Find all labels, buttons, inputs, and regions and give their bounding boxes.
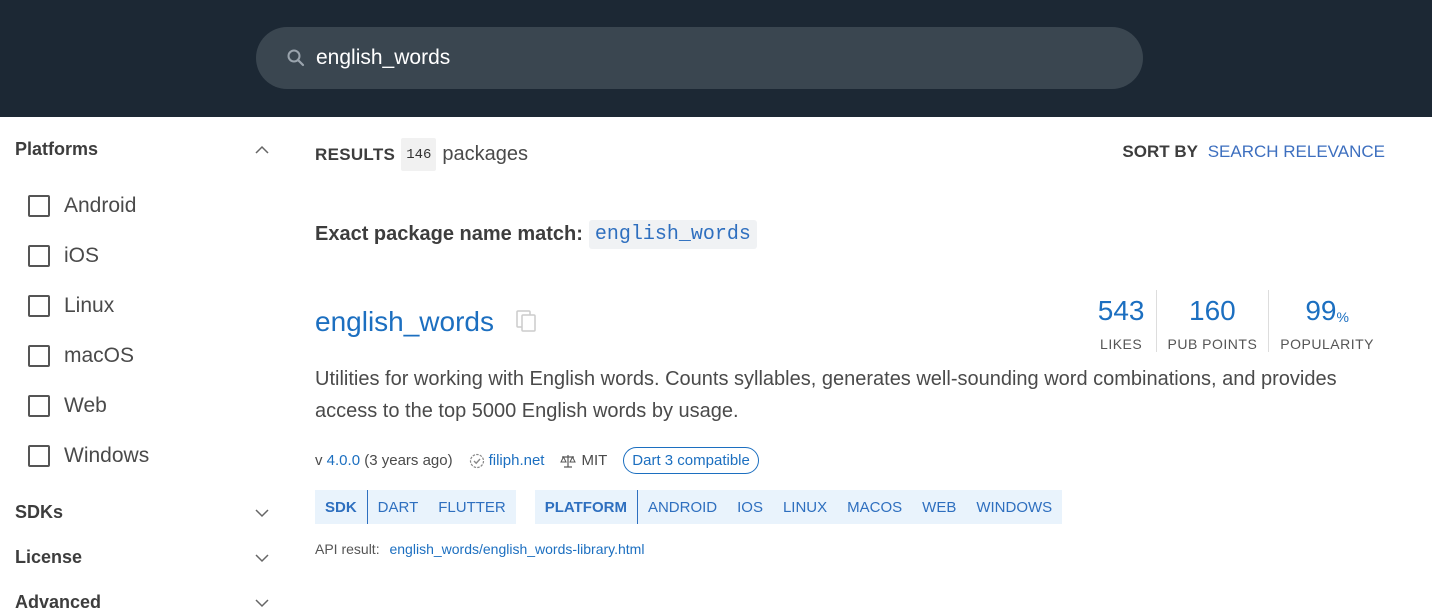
platform-label: Android (64, 194, 137, 217)
sort-control: SORT BY SEARCH RELEVANCE (1122, 142, 1385, 162)
license-section-header[interactable]: License (15, 547, 270, 568)
search-input[interactable]: english_words (316, 46, 450, 70)
popularity-stat: 99% POPULARITY (1268, 290, 1385, 352)
checkbox[interactable] (28, 445, 50, 467)
package-metadata: v 4.0.0 (3 years ago) filiph.net MIT Dar… (315, 447, 759, 474)
tag-macos[interactable]: MACOS (837, 499, 912, 516)
results-count: 146 (401, 138, 437, 171)
exact-match-label: Exact package name match: (315, 223, 583, 245)
package-stats: 543 LIKES 160 PUB POINTS 99% POPULARITY (1087, 290, 1385, 352)
chevron-down-icon[interactable] (254, 598, 270, 608)
package-tags: SDK DART FLUTTER PLATFORM ANDROID IOS LI… (315, 490, 1063, 524)
points-stat: 160 PUB POINTS (1155, 290, 1269, 352)
version-age: (3 years ago) (364, 452, 453, 469)
platform-label: Linux (64, 294, 115, 317)
platform-label: macOS (64, 344, 135, 367)
popularity-unit: % (1336, 309, 1349, 325)
search-icon (287, 49, 305, 67)
sdks-section-header[interactable]: SDKs (15, 502, 270, 523)
platform-tag-head[interactable]: PLATFORM (535, 490, 638, 524)
chevron-down-icon[interactable] (254, 553, 270, 563)
platform-checkbox-ios[interactable]: iOS (28, 244, 99, 268)
checkbox[interactable] (28, 195, 50, 217)
points-label: PUB POINTS (1167, 336, 1258, 352)
package-description: Utilities for working with English words… (315, 368, 1337, 422)
sort-label: SORT BY (1122, 142, 1198, 161)
sdk-tag-head[interactable]: SDK (315, 490, 368, 524)
dart3-badge[interactable]: Dart 3 compatible (623, 447, 759, 474)
tag-windows[interactable]: WINDOWS (966, 499, 1062, 516)
platform-checkbox-windows[interactable]: Windows (28, 444, 149, 468)
api-result-link[interactable]: english_words/english_words-library.html (389, 541, 644, 557)
results-summary: RESULTS 146 packages (315, 138, 528, 171)
sdk-tag-group: SDK DART FLUTTER (315, 490, 516, 524)
chevron-down-icon[interactable] (254, 508, 270, 518)
popularity-value: 99 (1305, 295, 1337, 326)
likes-label: LIKES (1100, 336, 1143, 352)
popularity-value-wrap: 99% (1280, 290, 1374, 332)
top-bar: english_words (0, 0, 1432, 117)
version-link[interactable]: 4.0.0 (327, 452, 360, 469)
publisher-link[interactable]: filiph.net (489, 452, 545, 469)
results-suffix: packages (442, 143, 529, 165)
exact-match-name[interactable]: english_words (588, 220, 757, 249)
copy-icon[interactable] (515, 309, 537, 333)
tag-dart[interactable]: DART (368, 499, 429, 516)
likes-value: 543 (1097, 295, 1145, 326)
results-label: RESULTS (315, 144, 396, 164)
tag-android[interactable]: ANDROID (638, 499, 727, 516)
platforms-section-header[interactable]: Platforms (15, 139, 270, 160)
verified-publisher-icon (469, 453, 484, 468)
platforms-title: Platforms (15, 139, 99, 159)
platform-checkbox-linux[interactable]: Linux (28, 294, 114, 318)
platform-tag-group: PLATFORM ANDROID IOS LINUX MACOS WEB WIN… (534, 490, 1063, 524)
version-prefix: v (315, 452, 323, 469)
checkbox[interactable] (28, 295, 50, 317)
tag-ios[interactable]: IOS (727, 499, 773, 516)
chevron-up-icon[interactable] (254, 145, 270, 155)
advanced-section-header[interactable]: Advanced (15, 592, 270, 613)
filter-sidebar: Platforms Android iOS Linux macOS Web Wi… (0, 117, 285, 612)
exact-match: Exact package name match: english_words (315, 220, 757, 249)
license-title: License (15, 547, 83, 567)
tag-linux[interactable]: LINUX (773, 499, 837, 516)
popularity-label: POPULARITY (1280, 336, 1374, 352)
search-bar[interactable]: english_words (256, 27, 1143, 89)
platform-checkbox-android[interactable]: Android (28, 194, 136, 218)
platform-label: Web (64, 394, 107, 417)
sdks-title: SDKs (15, 502, 64, 522)
checkbox[interactable] (28, 245, 50, 267)
checkbox[interactable] (28, 345, 50, 367)
platform-checkbox-macos[interactable]: macOS (28, 344, 134, 368)
tag-web[interactable]: WEB (912, 499, 966, 516)
advanced-title: Advanced (15, 592, 102, 612)
license-scale-icon (560, 454, 577, 468)
platform-label: iOS (64, 244, 100, 267)
api-result: API result: english_words/english_words-… (315, 541, 644, 557)
api-result-label: API result: (315, 541, 380, 557)
checkbox[interactable] (28, 395, 50, 417)
likes-stat: 543 LIKES (1087, 290, 1156, 352)
license-label: MIT (581, 452, 608, 469)
platform-checkbox-web[interactable]: Web (28, 394, 107, 418)
sort-dropdown[interactable]: SEARCH RELEVANCE (1208, 142, 1385, 161)
package-title-link[interactable]: english_words (315, 306, 494, 338)
points-value: 160 (1189, 295, 1236, 326)
platform-label: Windows (64, 444, 150, 467)
tag-flutter[interactable]: FLUTTER (428, 499, 516, 516)
